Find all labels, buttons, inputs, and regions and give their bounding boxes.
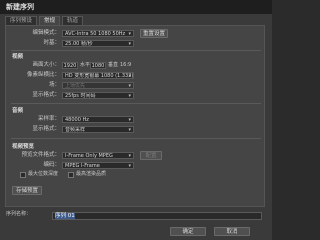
chevron-down-icon: ▾ [128, 93, 131, 99]
chevron-down-icon: ▾ [128, 41, 131, 47]
video-display-format-select[interactable]: 25fps 时间码 ▾ [62, 92, 134, 99]
timebase-select[interactable]: 25.00 帧/秒 ▾ [62, 40, 134, 47]
audio-display-format-label: 显示格式： [32, 126, 60, 132]
field-row: 场： 上场优先 ▾ [6, 81, 266, 90]
video-display-format-row: 显示格式： 25fps 时间码 ▾ [6, 91, 266, 100]
field-value: 上场优先 [65, 83, 86, 89]
pixel-aspect-row: 像素纵横比： HD 变形宽银幕 1080 (1.333) ▾ [6, 71, 266, 80]
chevron-down-icon: ▾ [128, 31, 131, 37]
pixel-aspect-label: 像素纵横比： [26, 72, 60, 78]
divider [11, 50, 261, 51]
chevron-down-icon: ▾ [128, 163, 131, 169]
sequence-name-value: 序列 01 [55, 213, 75, 219]
preview-format-row: 预览文件格式： I-Frame Only MPEG ▾ 配置 [6, 151, 266, 160]
sample-rate-label: 采样率： [37, 116, 60, 122]
audio-section-title: 音频 [12, 108, 24, 114]
frame-width-unit: 水平 [80, 62, 91, 68]
divider [11, 138, 261, 139]
chevron-down-icon: ▾ [128, 153, 131, 159]
field-label: 场： [48, 82, 60, 88]
cancel-button[interactable]: 取消 [214, 227, 250, 236]
frame-height-input[interactable]: 1080 [90, 62, 106, 69]
max-bit-depth-label: 最大位数深度 [28, 171, 59, 177]
frame-size-label: 画面大小： [32, 62, 60, 68]
sequence-name-input[interactable]: 序列 01 [52, 212, 262, 220]
dialog-title: 新建序列 [0, 0, 272, 14]
timebase-value: 25.00 帧/秒 [65, 41, 93, 47]
edit-mode-select[interactable]: AVC-Intra 50 1080 50Hz ▾ [62, 30, 134, 37]
edit-mode-label: 编辑模式： [32, 30, 60, 36]
max-render-quality-label: 最高渲染品质 [76, 171, 107, 177]
new-sequence-dialog: 新建序列 序列预设 常规 轨道 编辑模式： AVC-Intra 50 1080 … [0, 0, 272, 240]
preview-format-label: 预览文件格式： [21, 152, 60, 158]
codec-label: 编码： [43, 162, 60, 168]
chevron-down-icon: ▾ [128, 83, 131, 89]
max-render-quality-checkbox[interactable] [68, 171, 74, 178]
sequence-name-label: 序列名称： [6, 211, 32, 217]
timebase-row: 时基： 25.00 帧/秒 ▾ [6, 39, 266, 48]
codec-select[interactable]: MPEG I-Frame ▾ [62, 162, 134, 169]
pixel-aspect-select[interactable]: HD 变形宽银幕 1080 (1.333) ▾ [62, 72, 134, 79]
codec-value: MPEG I-Frame [65, 163, 100, 169]
preview-format-select[interactable]: I-Frame Only MPEG ▾ [62, 152, 134, 159]
chevron-down-icon: ▾ [128, 127, 131, 133]
video-preview-section-title: 视频预览 [12, 144, 35, 150]
timebase-label: 时基： [43, 40, 60, 46]
frame-height-unit: 垂直 [108, 62, 119, 68]
video-section-title: 视频 [12, 54, 24, 60]
divider [11, 103, 261, 104]
sample-rate-value: 48000 Hz [65, 117, 89, 123]
aspect-ratio-text: 16:9 [120, 62, 132, 68]
field-select[interactable]: 上场优先 ▾ [62, 82, 134, 89]
configure-button[interactable]: 配置 [140, 151, 162, 160]
edit-mode-row: 编辑模式： AVC-Intra 50 1080 50Hz ▾ 重置设置 [6, 29, 266, 38]
audio-display-format-select[interactable]: 音频采样 ▾ [62, 126, 134, 133]
save-preset-button[interactable]: 存储预置 [12, 186, 42, 195]
video-display-format-value: 25fps 时间码 [65, 93, 96, 99]
chevron-down-icon: ▾ [128, 117, 131, 123]
audio-display-format-row: 显示格式： 音频采样 ▾ [6, 125, 266, 134]
reset-settings-button[interactable]: 重置设置 [140, 29, 168, 38]
max-bit-depth-checkbox[interactable] [20, 171, 26, 178]
quality-options-row: 最大位数深度 最高渲染品质 [6, 170, 266, 179]
chevron-down-icon: ▾ [128, 73, 131, 79]
video-display-format-label: 显示格式： [32, 92, 60, 98]
sample-rate-row: 采样率： 48000 Hz ▾ [6, 115, 266, 124]
edit-mode-value: AVC-Intra 50 1080 50Hz [65, 31, 126, 37]
pixel-aspect-value: HD 变形宽银幕 1080 (1.333) [65, 73, 134, 79]
tab-bar: 序列预设 常规 轨道 [5, 16, 85, 26]
preview-format-value: I-Frame Only MPEG [65, 153, 113, 159]
audio-display-format-value: 音频采样 [65, 127, 86, 133]
frame-size-row: 画面大小： 1920 水平 1080 垂直 16:9 [6, 61, 266, 70]
sample-rate-select[interactable]: 48000 Hz ▾ [62, 116, 134, 123]
codec-row: 编码： MPEG I-Frame ▾ [6, 161, 266, 170]
ok-button[interactable]: 确定 [170, 227, 206, 236]
general-panel: 编辑模式： AVC-Intra 50 1080 50Hz ▾ 重置设置 时基： … [5, 25, 265, 207]
frame-width-input[interactable]: 1920 [62, 62, 78, 69]
